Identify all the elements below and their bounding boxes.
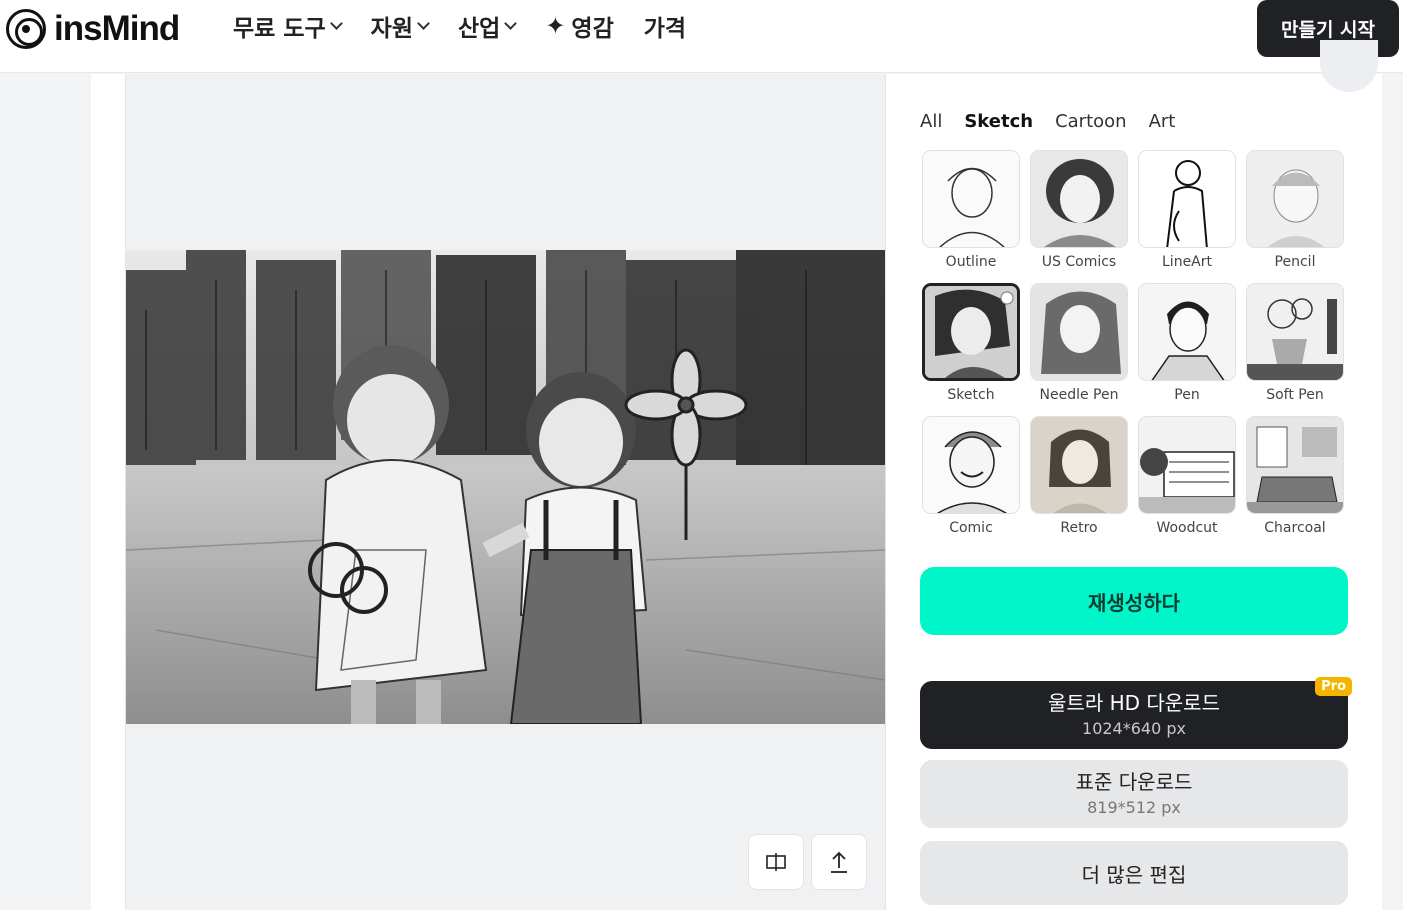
chevron-down-icon [329, 16, 343, 30]
style-us-comics[interactable]: US Comics [1030, 150, 1128, 283]
ultra-hd-download-button[interactable]: 울트라 HD 다운로드 1024*640 px Pro [920, 677, 1352, 749]
style-pencil[interactable]: Pencil [1246, 150, 1344, 283]
tab-art[interactable]: Art [1149, 111, 1176, 132]
style-thumbnail [1246, 416, 1344, 514]
upload-icon [831, 851, 847, 873]
canvas-area [125, 74, 886, 910]
sketch-image [126, 250, 885, 724]
tab-all[interactable]: All [920, 111, 942, 132]
main-nav: 무료 도구 자원 산업 ✦ 영감 가격 [233, 11, 716, 42]
style-thumbnail [1246, 283, 1344, 381]
style-thumbnail [1246, 150, 1344, 248]
result-image [126, 250, 885, 724]
style-label: LineArt [1162, 254, 1212, 270]
nav-label: 산업 [457, 16, 501, 42]
pro-badge: Pro [1315, 677, 1352, 696]
tab-cartoon[interactable]: Cartoon [1055, 111, 1127, 132]
style-comic[interactable]: Comic [922, 416, 1020, 549]
style-grid: Outline US Comics LineArt Pencil Sketch … [922, 150, 1346, 549]
style-label: Charcoal [1264, 520, 1326, 536]
style-label: Pen [1174, 387, 1200, 403]
nav-resources[interactable]: 자원 [370, 11, 430, 42]
nav-inspiration[interactable]: ✦ 영감 [545, 11, 614, 42]
style-retro[interactable]: Retro [1030, 416, 1128, 549]
nav-label: 무료 도구 [233, 16, 326, 42]
ultra-hd-title: 울트라 HD 다운로드 [1048, 691, 1220, 715]
nav-label: 가격 [643, 16, 687, 42]
style-thumbnail [1138, 416, 1236, 514]
style-thumbnail [1030, 416, 1128, 514]
style-outline[interactable]: Outline [922, 150, 1020, 283]
style-thumbnail [922, 150, 1020, 248]
nav-label: 자원 [370, 16, 413, 42]
regenerate-button[interactable]: 재생성하다 [920, 567, 1348, 635]
chevron-down-icon [417, 16, 430, 30]
style-lineart[interactable]: LineArt [1138, 150, 1236, 283]
compare-button[interactable] [748, 834, 804, 890]
tab-sketch[interactable]: Sketch [964, 111, 1033, 132]
style-thumbnail [1138, 150, 1236, 248]
style-label: Needle Pen [1039, 387, 1119, 403]
top-header: insMind 무료 도구 자원 산업 ✦ 영감 가격 만들기 시작 [0, 0, 1403, 73]
ultra-hd-size: 1024*640 px [1082, 719, 1186, 738]
upload-button[interactable] [811, 834, 867, 890]
style-pen[interactable]: Pen [1138, 283, 1236, 416]
style-thumbnail [922, 283, 1020, 381]
style-charcoal[interactable]: Charcoal [1246, 416, 1344, 549]
style-label: Outline [945, 254, 997, 270]
compare-icon [766, 853, 786, 871]
style-thumbnail [1030, 283, 1128, 381]
logo-icon [6, 9, 46, 49]
style-thumbnail [922, 416, 1020, 514]
nav-pricing[interactable]: 가격 [643, 11, 687, 42]
style-label: Sketch [947, 387, 995, 403]
style-label: Retro [1060, 520, 1098, 536]
chevron-down-icon [504, 16, 518, 30]
standard-download-button[interactable]: 표준 다운로드 819*512 px [920, 760, 1348, 828]
sparkle-icon: ✦ [545, 12, 566, 40]
style-soft-pen[interactable]: Soft Pen [1246, 283, 1344, 416]
nav-industry[interactable]: 산업 [457, 11, 518, 42]
standard-title: 표준 다운로드 [1075, 770, 1193, 794]
standard-size: 819*512 px [1087, 798, 1181, 817]
style-label: Soft Pen [1266, 387, 1324, 403]
logo-text: insMind [54, 9, 180, 48]
style-label: Woodcut [1156, 520, 1218, 536]
more-edit-button[interactable]: 더 많은 편집 [920, 841, 1348, 905]
style-thumbnail [1030, 150, 1128, 248]
style-label: Comic [949, 520, 993, 536]
style-needle-pen[interactable]: Needle Pen [1030, 283, 1128, 416]
style-sketch[interactable]: Sketch [922, 283, 1020, 416]
style-woodcut[interactable]: Woodcut [1138, 416, 1236, 549]
style-thumbnail [1138, 283, 1236, 381]
style-label: Pencil [1274, 254, 1316, 270]
nav-label: 영감 [571, 16, 614, 42]
logo[interactable]: insMind [6, 9, 180, 49]
style-tabs: All Sketch Cartoon Art [920, 111, 1197, 132]
nav-free-tools[interactable]: 무료 도구 [233, 11, 343, 42]
style-label: US Comics [1041, 254, 1117, 270]
